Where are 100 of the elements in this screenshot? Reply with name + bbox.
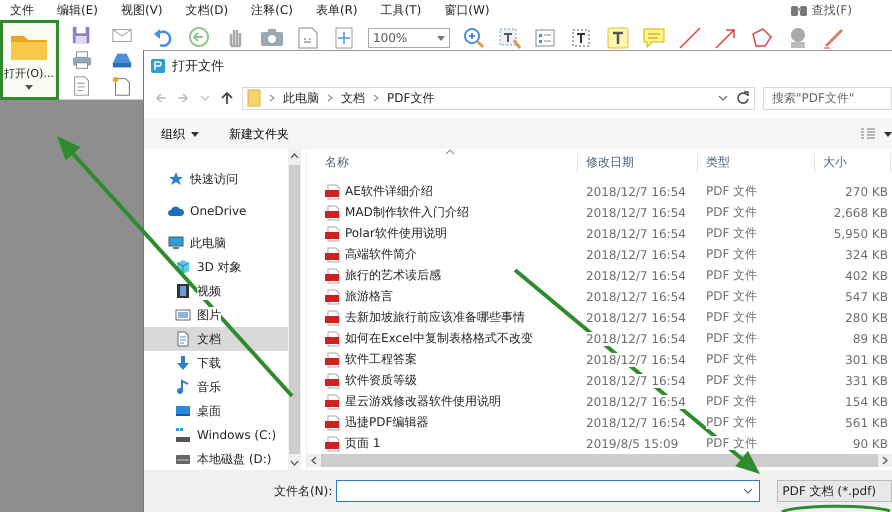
dialog-title: 打开文件 <box>172 58 224 75</box>
file-name-cell[interactable]: 旅行的艺术读后感 <box>307 267 578 284</box>
scrollbar-thumb[interactable] <box>289 165 300 454</box>
page-icon[interactable] <box>296 26 320 50</box>
comment-icon[interactable] <box>642 26 666 50</box>
pen-icon[interactable] <box>822 26 846 50</box>
file-name-cell[interactable]: AE软件详细介绍 <box>307 183 578 200</box>
zoom-dropdown[interactable]: 100% <box>368 28 450 48</box>
nav-item[interactable]: 音乐 <box>144 375 288 399</box>
column-header[interactable]: 大小 <box>815 153 891 172</box>
pdf-file-icon <box>325 352 341 368</box>
file-name-cell[interactable]: 星云游戏修改器软件使用说明 <box>307 393 578 410</box>
text-tool-icon[interactable] <box>606 26 630 50</box>
size-cell-text: 547 KB <box>844 290 889 304</box>
file-name[interactable]: 星云游戏修改器软件使用说明 <box>345 393 501 410</box>
file-name[interactable]: 如何在Excel中复制表格格式不改变 <box>345 330 533 347</box>
size-cell-text: 561 KB <box>844 416 889 430</box>
caret-icon[interactable] <box>884 132 892 136</box>
breadcrumb-item[interactable]: PDF文件 <box>387 90 434 106</box>
nav-item[interactable]: 图片 <box>144 303 288 327</box>
file-name-cell[interactable]: 迅捷PDF编辑器 <box>307 414 578 431</box>
nav-item[interactable]: 下载 <box>144 351 288 375</box>
type-cell-text: PDF 文件 <box>705 435 758 452</box>
address-bar[interactable]: 此电脑 文档 PDF文件 <box>242 86 755 110</box>
column-header[interactable]: 名称 <box>307 153 578 172</box>
file-name-cell[interactable]: 软件资质等级 <box>307 372 578 389</box>
file-name-cell[interactable]: 页面 1 <box>307 435 578 452</box>
polygon-icon[interactable] <box>750 26 774 50</box>
menu-item[interactable]: 窗口(W) <box>444 2 501 18</box>
file-name-cell[interactable]: 高端软件简介 <box>307 246 578 263</box>
file-name-cell[interactable]: Polar软件使用说明 <box>307 225 578 242</box>
file-name[interactable]: 旅游格言 <box>345 288 393 305</box>
menu-item[interactable]: 注释(C) <box>251 2 304 18</box>
date-cell-text: 2018/12/7 16:54 <box>585 206 687 220</box>
forward-arrow-icon[interactable] <box>176 91 190 105</box>
nav-item[interactable]: OneDrive <box>144 199 288 223</box>
breadcrumb-item[interactable]: 文档 <box>341 90 365 106</box>
file-name[interactable]: MAD制作软件入门介绍 <box>345 204 469 221</box>
up-arrow-icon[interactable] <box>220 91 234 105</box>
search-field[interactable]: 搜索"PDF文件" <box>763 86 892 110</box>
printer-icon[interactable] <box>71 50 93 72</box>
column-header[interactable]: 修改日期 <box>578 153 698 172</box>
file-type-dropdown[interactable]: PDF 文档 (*.pdf) <box>777 480 892 502</box>
file-name[interactable]: 软件工程答案 <box>345 351 417 368</box>
nav-item[interactable]: 视频 <box>144 279 288 303</box>
organize-menu[interactable]: 组织 <box>161 126 199 142</box>
file-name-cell[interactable]: 旅游格言 <box>307 288 578 305</box>
sort-icon <box>445 149 455 155</box>
size-cell-text: 2,668 KB <box>832 206 889 220</box>
menu-item[interactable]: 工具(T) <box>380 2 432 18</box>
find-label[interactable]: 查找(F) <box>812 2 852 18</box>
date-cell-text: 2018/12/7 16:54 <box>585 248 687 262</box>
nav-item[interactable]: Windows (C:) <box>144 423 288 447</box>
file-name[interactable]: Polar软件使用说明 <box>345 225 447 242</box>
menu-item[interactable]: 文件 <box>10 2 45 18</box>
file-name-cell[interactable]: 去新加坡旅行前应该准备哪些事情 <box>307 309 578 326</box>
line-icon[interactable] <box>678 26 702 50</box>
nav-item[interactable]: 3D 对象 <box>144 255 288 279</box>
nav-item[interactable]: 本地磁盘 (D:) <box>144 447 288 471</box>
select-text-icon[interactable] <box>498 26 522 50</box>
chevron-right-icon <box>373 94 379 102</box>
pdf-file-icon <box>325 310 341 326</box>
back-arrow-icon[interactable] <box>154 91 168 105</box>
breadcrumb-item[interactable]: 此电脑 <box>283 90 319 106</box>
caret-icon <box>25 85 33 90</box>
file-name-cell[interactable]: MAD制作软件入门介绍 <box>307 204 578 221</box>
menu-item[interactable]: 文档(D) <box>186 2 240 18</box>
details-view-icon[interactable] <box>860 128 876 140</box>
nav-item[interactable]: 文档 <box>144 327 288 351</box>
new-document-icon[interactable] <box>111 74 133 96</box>
new-folder-button[interactable]: 新建文件夹 <box>229 126 289 142</box>
type-cell-text: PDF 文件 <box>705 372 758 389</box>
file-name[interactable]: 软件资质等级 <box>345 372 417 389</box>
nav-item[interactable]: 快速访问 <box>144 167 288 191</box>
file-name[interactable]: 旅行的艺术读后感 <box>345 267 441 284</box>
menu-item[interactable]: 视图(V) <box>120 2 174 18</box>
menu-item[interactable]: 编辑(E) <box>57 2 109 18</box>
file-name[interactable]: 迅捷PDF编辑器 <box>345 414 428 431</box>
nav-item[interactable]: 桌面 <box>144 399 288 423</box>
size-cell-text: 280 KB <box>844 310 889 324</box>
nav-item[interactable]: 此电脑 <box>144 231 288 255</box>
file-name-cell[interactable]: 软件工程答案 <box>307 351 578 368</box>
column-header[interactable]: 类型 <box>698 153 815 172</box>
pdf-file-icon <box>325 394 341 410</box>
app-icon <box>150 58 166 74</box>
file-name[interactable]: 高端软件简介 <box>345 246 417 263</box>
pdf-file-icon <box>325 184 341 200</box>
file-name-field[interactable] <box>336 480 760 502</box>
file-name-cell[interactable]: 如何在Excel中复制表格格式不改变 <box>307 330 578 347</box>
size-cell-text: 154 KB <box>844 394 889 408</box>
file-name[interactable]: AE软件详细介绍 <box>345 183 433 200</box>
chevron-down-icon[interactable] <box>718 95 728 101</box>
file-name[interactable]: 去新加坡旅行前应该准备哪些事情 <box>345 309 525 326</box>
vertical-scrollbar[interactable] <box>288 149 301 470</box>
file-name[interactable]: 页面 1 <box>345 435 380 452</box>
size-cell-text: 324 KB <box>844 248 889 262</box>
menu-item[interactable]: 表单(R) <box>316 2 369 18</box>
refresh-icon[interactable] <box>736 91 750 105</box>
zoom-in-icon[interactable] <box>462 26 486 50</box>
pdf-file-icon <box>325 204 341 220</box>
